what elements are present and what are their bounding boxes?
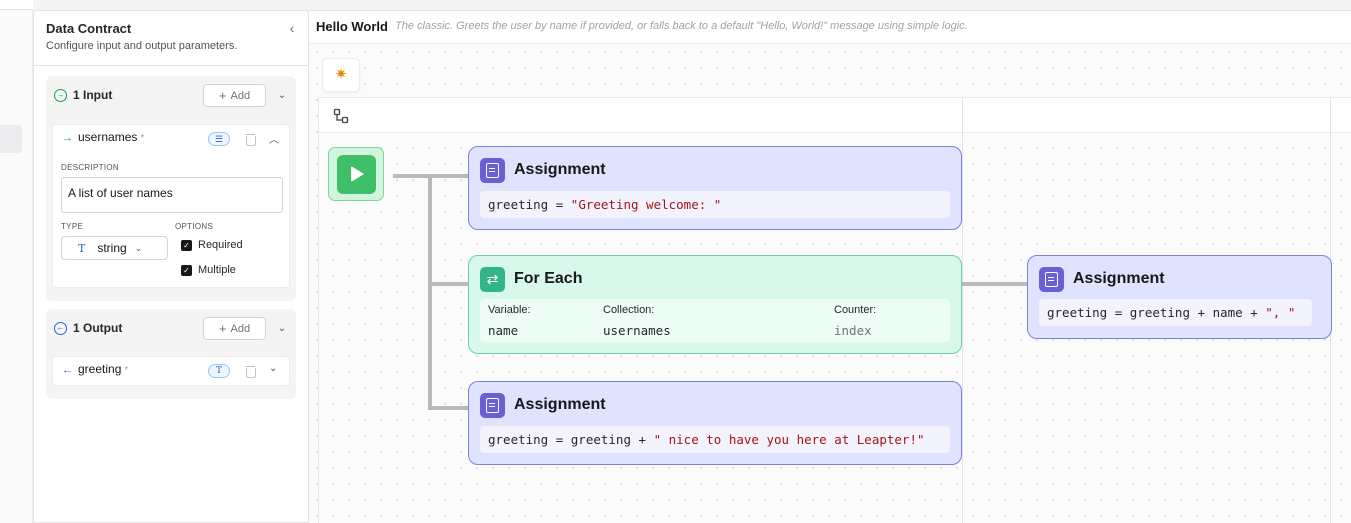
panel-subtitle: Configure input and output parameters. xyxy=(46,40,238,52)
left-rail-topbar xyxy=(0,0,33,10)
code-var: greeting = xyxy=(488,197,571,212)
left-rail xyxy=(0,0,33,523)
node-title: Assignment xyxy=(1073,270,1165,287)
collection-value: usernames xyxy=(603,323,671,338)
options-label: OPTIONS xyxy=(175,222,214,231)
plus-icon: + xyxy=(218,321,227,336)
foreach-node[interactable]: ⇄ For Each Variable: name Collection: us… xyxy=(468,255,962,354)
counter-value: index xyxy=(834,323,872,338)
assignment-code: greeting = "Greeting welcome: " xyxy=(480,191,950,218)
arrow-right-icon: → xyxy=(62,132,73,144)
arrow-right-circle-icon: → xyxy=(54,88,67,102)
assignment-node-2[interactable]: Assignment greeting = greeting + " nice … xyxy=(468,381,962,465)
data-contract-panel: Data Contract Configure input and output… xyxy=(33,10,309,523)
inputs-section: → 1 Input + Add ⌄ → usernames * ☰ ︿ DESCR… xyxy=(46,76,296,301)
plus-icon: + xyxy=(218,88,227,103)
connector xyxy=(428,174,432,410)
document-icon xyxy=(480,393,505,418)
multiple-label: Multiple xyxy=(198,264,236,276)
list-icon[interactable]: ☰ xyxy=(208,132,230,146)
assignment-node-1[interactable]: Assignment greeting = "Greeting welcome:… xyxy=(468,146,962,230)
type-label: TYPE xyxy=(61,222,84,231)
type-icon[interactable]: T xyxy=(208,364,230,378)
outputs-header: ← 1 Output xyxy=(54,319,122,337)
code-string: " nice to have you here at Leapter!" xyxy=(653,432,925,447)
type-select-value: string xyxy=(97,241,127,255)
arrow-left-circle-icon: ← xyxy=(54,321,67,335)
document-icon xyxy=(480,158,505,183)
panel-divider xyxy=(34,65,308,66)
node-title: For Each xyxy=(514,270,583,287)
flow-title: Hello World xyxy=(316,19,388,34)
left-rail-selected-item[interactable] xyxy=(0,125,22,153)
connector xyxy=(962,282,1027,286)
required-mark: * xyxy=(124,365,129,376)
trash-icon[interactable] xyxy=(245,134,256,146)
chevron-down-icon[interactable]: ⌄ xyxy=(275,89,289,103)
code-var: greeting = greeting + name + xyxy=(1047,305,1266,320)
code-var: greeting = greeting + xyxy=(488,432,654,447)
required-checkbox[interactable]: ✓ Required xyxy=(181,239,243,251)
check-icon: ✓ xyxy=(181,239,192,251)
collection-label: Collection: xyxy=(603,304,655,316)
output-field-card: ← greeting * T ⌄ xyxy=(52,356,290,386)
output-field-name[interactable]: greeting * xyxy=(78,362,128,376)
chevron-down-icon[interactable]: ⌄ xyxy=(269,363,277,374)
sparkles-icon[interactable]: ✷ xyxy=(322,58,360,92)
node-title: Assignment xyxy=(514,396,606,413)
input-field-name-text: usernames xyxy=(78,130,138,144)
connector xyxy=(428,282,468,286)
chevron-left-icon[interactable]: ‹ xyxy=(284,19,300,37)
document-icon xyxy=(1039,267,1064,292)
variable-label: Variable: xyxy=(488,304,531,316)
multiple-checkbox[interactable]: ✓ Multiple xyxy=(181,264,236,276)
panel-title: Data Contract xyxy=(46,21,132,36)
outputs-section: ← 1 Output + Add ⌄ ← greeting * T ⌄ xyxy=(46,309,296,399)
description-label: DESCRIPTION xyxy=(61,163,119,172)
network-icon[interactable] xyxy=(333,108,349,124)
code-string: ", " xyxy=(1265,305,1296,320)
chevron-down-icon: ⌄ xyxy=(134,242,143,253)
add-input-label: Add xyxy=(230,89,251,102)
assignment-code: greeting = greeting + name + ", " xyxy=(1039,299,1312,326)
chevron-down-icon[interactable]: ⌄ xyxy=(275,322,289,336)
lane-separator xyxy=(962,97,963,523)
flow-lane: Assignment greeting = "Greeting welcome:… xyxy=(318,97,1351,523)
code-string: "Greeting welcome: " xyxy=(570,197,722,212)
lane-header xyxy=(319,97,1351,133)
start-node-inner xyxy=(337,155,376,194)
flow-description: The classic. Greets the user by name if … xyxy=(395,20,968,32)
play-icon xyxy=(351,166,364,182)
inputs-header: → 1 Input xyxy=(54,86,112,104)
foreach-params: Variable: name Collection: usernames Cou… xyxy=(480,299,950,342)
type-select[interactable]: T string ⌄ xyxy=(61,236,168,260)
node-title: Assignment xyxy=(514,161,606,178)
add-output-label: Add xyxy=(230,322,251,335)
outputs-title: 1 Output xyxy=(73,321,123,335)
output-field-name-text: greeting xyxy=(78,362,122,376)
description-input[interactable]: A list of user names xyxy=(61,177,283,213)
app-root: Data Contract Configure input and output… xyxy=(0,0,1351,523)
chevron-up-icon[interactable]: ︿ xyxy=(269,131,279,146)
input-field-card: → usernames * ☰ ︿ DESCRIPTION A list of u… xyxy=(52,124,290,288)
required-label: Required xyxy=(198,239,243,251)
connector xyxy=(428,406,468,410)
trash-icon[interactable] xyxy=(245,366,256,378)
counter-label: Counter: xyxy=(834,304,877,316)
input-field-name[interactable]: usernames * xyxy=(78,130,144,144)
variable-value: name xyxy=(488,323,519,338)
arrow-left-icon: ← xyxy=(62,364,73,376)
check-icon: ✓ xyxy=(181,264,192,276)
start-node[interactable] xyxy=(328,147,384,201)
add-output-button[interactable]: + Add xyxy=(203,317,266,340)
add-input-button[interactable]: + Add xyxy=(203,84,266,107)
type-icon: T xyxy=(78,241,86,255)
assignment-node-3[interactable]: Assignment greeting = greeting + name + … xyxy=(1027,255,1332,339)
required-mark: * xyxy=(140,133,145,144)
flow-canvas: Hello World The classic. Greets the user… xyxy=(309,10,1351,523)
loop-icon: ⇄ xyxy=(480,267,505,292)
inputs-title: 1 Input xyxy=(73,88,113,102)
assignment-code: greeting = greeting + " nice to have you… xyxy=(480,426,950,453)
